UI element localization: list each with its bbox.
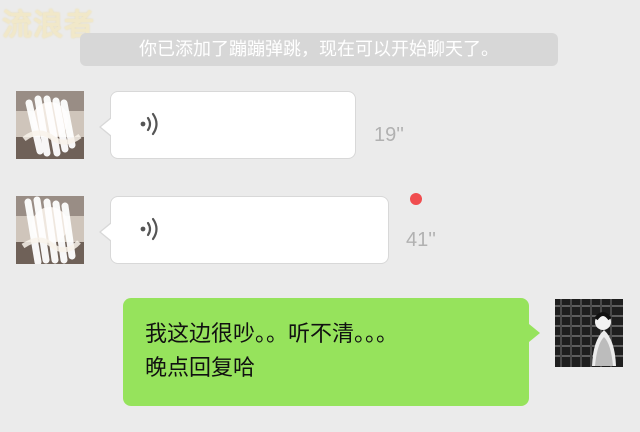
contact-avatar[interactable] xyxy=(16,91,84,159)
blurred-avatar-image xyxy=(16,196,84,264)
voice-message-bubble[interactable] xyxy=(99,91,356,159)
voice-wave-icon xyxy=(140,112,158,136)
voice-duration: 41'' xyxy=(406,229,436,251)
outgoing-text-message[interactable]: 我这边很吵。。听不清。。。 晚点回复哈 xyxy=(123,298,540,406)
message-line: 我这边很吵。。听不清。。。 xyxy=(145,322,399,347)
user-avatar[interactable] xyxy=(555,299,623,367)
system-notice: 你已添加了蹦蹦弹跳，现在可以开始聊天了。 xyxy=(80,33,558,66)
blurred-avatar-image xyxy=(16,91,84,159)
unread-dot-icon xyxy=(410,193,422,205)
user-avatar-image xyxy=(555,299,623,367)
voice-wave-icon xyxy=(140,217,158,241)
voice-message-bubble[interactable] xyxy=(99,196,389,264)
contact-avatar[interactable] xyxy=(16,196,84,264)
message-line: 晚点回复哈 xyxy=(145,356,256,381)
voice-duration: 19'' xyxy=(374,124,404,146)
